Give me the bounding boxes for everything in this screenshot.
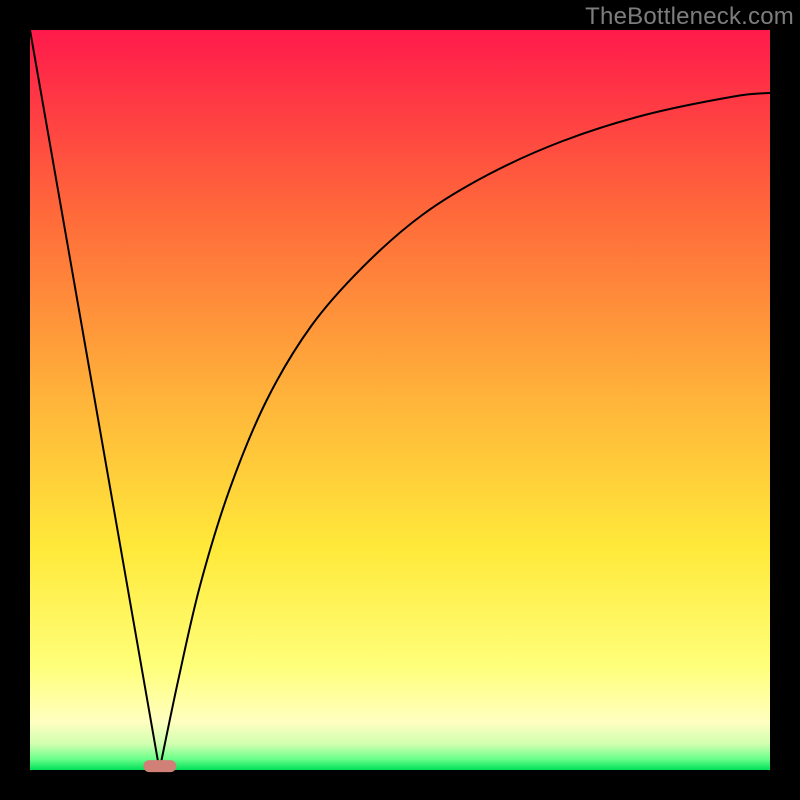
chart-frame: TheBottleneck.com xyxy=(0,0,800,800)
bottleneck-curve xyxy=(30,30,770,770)
plot-area xyxy=(30,30,770,770)
optimal-point-marker xyxy=(143,760,176,772)
watermark-text: TheBottleneck.com xyxy=(585,3,794,31)
